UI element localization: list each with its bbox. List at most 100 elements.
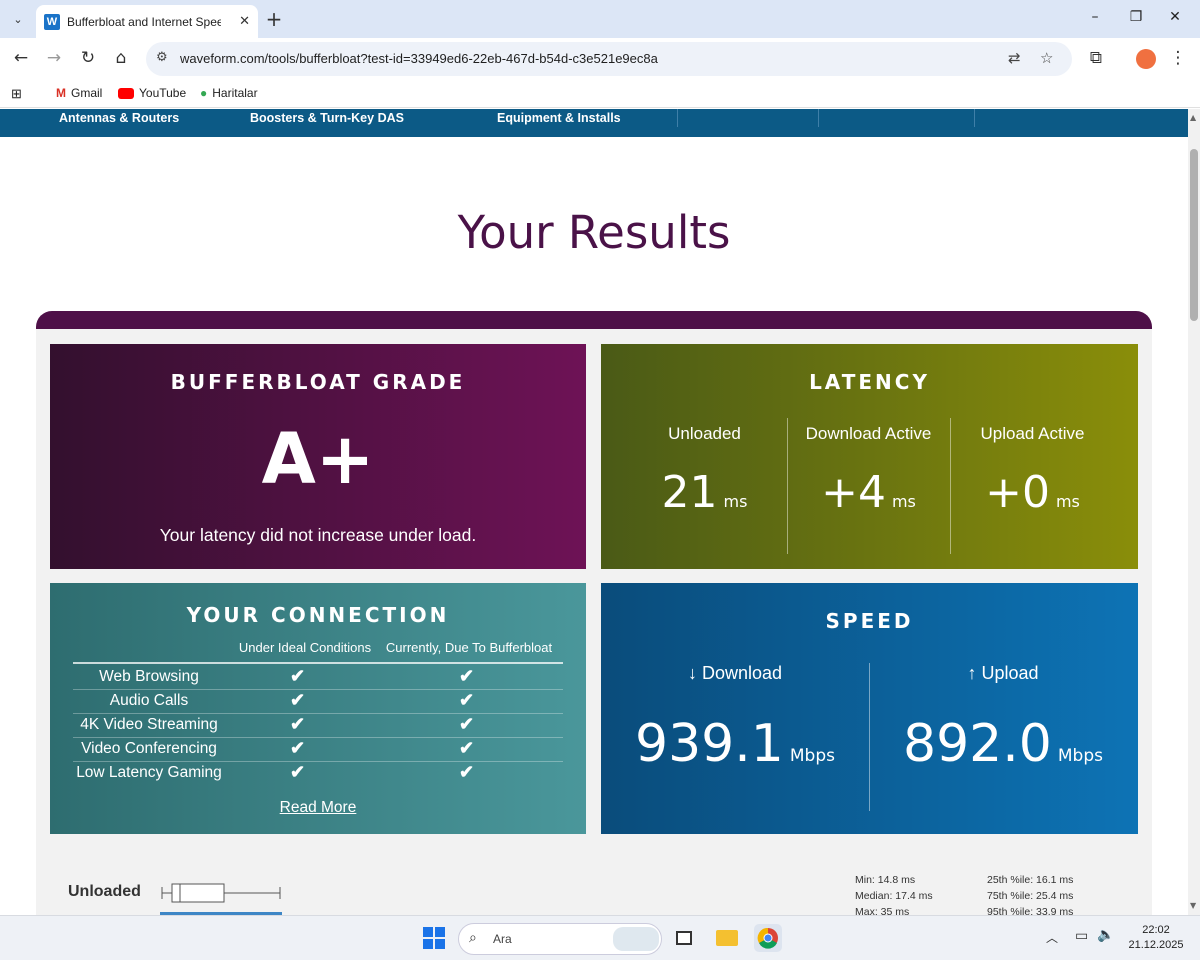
header-divider (73, 662, 563, 664)
chrome-icon[interactable] (754, 924, 782, 952)
nav-item-antennas[interactable]: Antennas & Routers (59, 111, 179, 125)
speed-card: SPEED ↓ Download 939.1 Mbps ↑ Upload 892.… (601, 583, 1138, 834)
page-scrollbar[interactable]: ▲ ▼ (1188, 109, 1200, 915)
activity-name: Video Conferencing (81, 740, 217, 757)
stat-p95: 95th %ile: 33.9 ms (987, 906, 1074, 915)
bookmark-gmail[interactable]: M Gmail (56, 86, 102, 100)
upload-speed: ↑ Upload 892.0 Mbps (869, 663, 1137, 774)
column-header-ideal: Under Ideal Conditions (238, 640, 372, 655)
connection-row: Video Conferencing ✔ ✔ (73, 738, 563, 762)
bookmark-maps[interactable]: ● Haritalar (200, 86, 258, 100)
window-close-icon[interactable]: ✕ (1163, 9, 1187, 25)
grade-message: Your latency did not increase under load… (159, 525, 477, 545)
search-placeholder: Ara (493, 932, 512, 946)
maps-pin-icon: ● (200, 86, 208, 100)
connection-row: Audio Calls ✔ ✔ (73, 690, 563, 714)
clock-time: 22:02 (1142, 924, 1170, 936)
forward-arrow-icon[interactable]: → (43, 48, 65, 68)
file-explorer-icon[interactable] (713, 924, 741, 952)
nav-item-boosters[interactable]: Boosters & Turn-Key DAS (250, 111, 404, 125)
activity-name: Low Latency Gaming (76, 764, 222, 781)
apps-grid-icon[interactable]: ⊞ (11, 86, 22, 102)
nav-divider (677, 109, 678, 127)
browser-toolbar: ← → ↻ ⌂ ⚙ waveform.com/tools/bufferbloat… (0, 38, 1200, 80)
bookmark-label: YouTube (139, 86, 187, 100)
bookmark-star-icon[interactable]: ☆ (1040, 49, 1053, 67)
tab-title: Bufferbloat and Internet Speed (67, 14, 221, 29)
gmail-icon: M (56, 86, 66, 100)
latency-unit: ms (723, 492, 748, 511)
activity-name: Web Browsing (99, 668, 199, 685)
search-icon: ⌕ (469, 930, 477, 946)
check-icon: ✔ (459, 666, 475, 686)
latency-upload-active: Upload Active +0 ms (950, 424, 1115, 518)
check-icon: ✔ (459, 762, 475, 782)
reload-icon[interactable]: ↻ (77, 48, 99, 68)
network-icon[interactable]: ▭ (1075, 928, 1088, 944)
browser-tab-bar: ⌄ W Bufferbloat and Internet Speed ✕ + –… (0, 0, 1200, 38)
scroll-down-arrow-icon[interactable]: ▼ (1190, 901, 1196, 910)
site-navigation-bar: Antennas & Routers Boosters & Turn-Key D… (0, 109, 1188, 137)
taskbar-search-box[interactable]: ⌕ Ara (458, 923, 662, 955)
task-view-icon[interactable] (670, 924, 698, 952)
check-icon: ✔ (290, 666, 306, 686)
stat-min: Min: 14.8 ms (855, 874, 916, 886)
bookmark-label: Haritalar (212, 86, 258, 100)
activity-name: Audio Calls (109, 692, 189, 709)
bookmarks-bar: ⊞ M Gmail YouTube ● Haritalar (0, 80, 1200, 108)
scrollbar-thumb[interactable] (1190, 149, 1198, 321)
latency-unit: ms (891, 492, 916, 511)
column-header-current: Currently, Due To Bufferbloat (385, 640, 553, 655)
taskbar-clock[interactable]: 22:02 21.12.2025 (1124, 923, 1188, 953)
stat-max: Max: 35 ms (855, 906, 910, 915)
check-icon: ✔ (290, 690, 306, 710)
profile-avatar[interactable] (1136, 49, 1156, 69)
latency-label: Download Active (805, 424, 932, 443)
minimize-icon[interactable]: – (1083, 9, 1107, 25)
grade-value: A+ (261, 418, 375, 500)
latency-value: 21 (661, 467, 718, 518)
check-icon: ✔ (459, 738, 475, 758)
menu-kebab-icon[interactable]: ⋮ (1167, 48, 1189, 68)
bufferbloat-grade-card: BUFFERBLOAT GRADE A+ Your latency did no… (50, 344, 586, 569)
latency-card: LATENCY Unloaded 21 ms Download Active +4… (601, 344, 1138, 569)
clock-date: 21.12.2025 (1128, 939, 1184, 951)
windows-taskbar: ⌕ Ara ︿ ▭ 🔈 22:02 21.12.2025 (0, 915, 1200, 960)
connection-row: Web Browsing ✔ ✔ (73, 666, 563, 690)
address-bar[interactable]: ⚙ waveform.com/tools/bufferbloat?test-id… (146, 42, 1072, 76)
card-heading: LATENCY (809, 370, 930, 394)
card-heading: SPEED (825, 609, 914, 633)
system-tray-chevron-icon[interactable]: ︿ (1046, 929, 1058, 946)
connection-row: 4K Video Streaming ✔ ✔ (73, 714, 563, 738)
latency-unloaded: Unloaded 21 ms (622, 424, 787, 518)
tab-search-chevron-icon[interactable]: ⌄ (8, 9, 28, 29)
download-label: ↓ Download (687, 663, 783, 683)
page-viewport: Antennas & Routers Boosters & Turn-Key D… (0, 109, 1188, 915)
tab-close-icon[interactable]: ✕ (239, 14, 250, 29)
home-icon[interactable]: ⌂ (110, 48, 132, 68)
upload-unit: Mbps (1057, 746, 1103, 766)
site-settings-icon[interactable]: ⚙ (156, 50, 168, 65)
url-text[interactable]: waveform.com/tools/bufferbloat?test-id=3… (180, 51, 658, 66)
nav-item-equipment[interactable]: Equipment & Installs (497, 111, 621, 125)
back-arrow-icon[interactable]: ← (10, 48, 32, 68)
stat-median: Median: 17.4 ms (855, 890, 933, 902)
restore-icon[interactable]: ❐ (1124, 9, 1148, 25)
browser-tab[interactable]: W Bufferbloat and Internet Speed ✕ (36, 5, 258, 38)
latency-label: Upload Active (980, 424, 1085, 443)
scroll-up-arrow-icon[interactable]: ▲ (1190, 113, 1196, 122)
new-tab-plus-icon[interactable]: + (264, 7, 284, 31)
download-speed: ↓ Download 939.1 Mbps (601, 663, 869, 774)
read-more-link[interactable]: Read More (50, 799, 586, 817)
latency-unit: ms (1055, 492, 1080, 511)
volume-icon[interactable]: 🔈 (1097, 927, 1114, 943)
nav-divider (818, 109, 819, 127)
translate-icon[interactable]: ⇄ (1008, 49, 1021, 67)
extensions-puzzle-icon[interactable]: ⧉ (1085, 48, 1107, 68)
latency-label: Unloaded (668, 424, 741, 443)
windows-start-icon[interactable] (420, 924, 448, 952)
upload-value: 892.0 (903, 714, 1052, 774)
latency-download-active: Download Active +4 ms (786, 424, 951, 518)
nav-divider (974, 109, 975, 127)
bookmark-youtube[interactable]: YouTube (118, 86, 186, 100)
